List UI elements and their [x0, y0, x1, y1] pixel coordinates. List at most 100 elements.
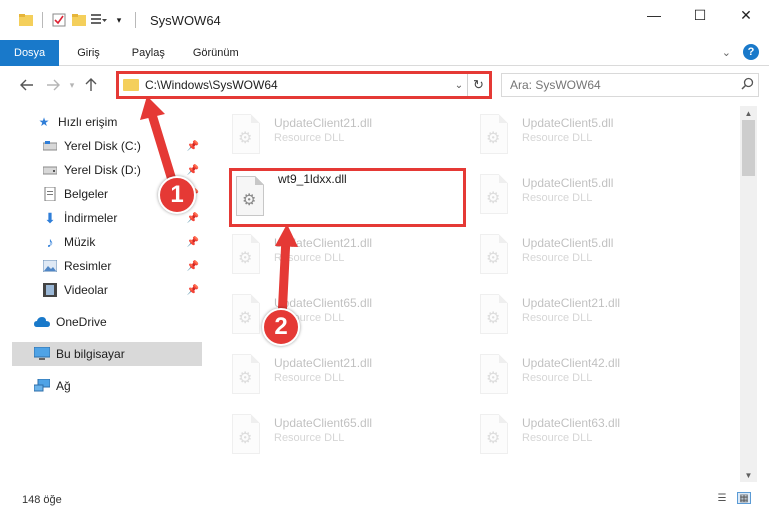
dll-file-icon: ⚙: [476, 354, 512, 396]
large-icons-view-icon[interactable]: ▦: [737, 492, 751, 504]
recent-locations-button[interactable]: ▾: [66, 72, 78, 98]
title-bar: ▾ SysWOW64 — ☐ ✕: [0, 0, 769, 40]
cloud-icon: [34, 314, 50, 330]
forward-button[interactable]: [40, 72, 66, 98]
toolbar-divider: [42, 12, 43, 28]
scrollbar-thumb[interactable]: [742, 120, 755, 176]
dll-file-icon: ⚙: [476, 174, 512, 216]
details-view-icon[interactable]: ☰: [715, 492, 729, 504]
properties-icon[interactable]: [51, 12, 67, 28]
back-button[interactable]: [14, 72, 40, 98]
computer-icon: [34, 346, 50, 362]
dll-file-icon: ⚙: [228, 414, 264, 456]
sidebar-item-quick-access[interactable]: ★ Hızlı erişim: [0, 110, 205, 134]
tab-file[interactable]: Dosya: [0, 39, 60, 66]
sidebar-item-label: Yerel Disk (D:): [64, 163, 141, 177]
status-bar: 148 öğe ☰ ▦: [0, 484, 769, 515]
minimize-button[interactable]: —: [631, 0, 677, 30]
tab-share[interactable]: Paylaş: [118, 40, 179, 66]
file-name: UpdateClient21.dll: [274, 236, 373, 250]
file-type: Resource DLL: [522, 312, 593, 324]
file-name: wt9_1ldxx.dll: [278, 172, 347, 186]
window-controls: — ☐ ✕: [631, 0, 769, 30]
sidebar-item-label: OneDrive: [56, 315, 107, 329]
address-bar[interactable]: C:\Windows\SysWOW64 ⌄ ↻: [116, 71, 492, 99]
search-box[interactable]: [501, 73, 759, 97]
star-icon: ★: [38, 115, 50, 129]
file-type: Resource DLL: [522, 252, 593, 264]
dll-file-icon: ⚙: [228, 294, 264, 336]
sidebar-item-videos[interactable]: Videolar 📌: [0, 278, 205, 302]
dll-file-icon: ⚙: [476, 294, 512, 336]
list-item-target-dll[interactable]: ⚙ wt9_1ldxx.dll: [232, 170, 472, 228]
up-button[interactable]: [78, 72, 104, 98]
folder-icon: [18, 12, 34, 28]
sidebar-item-label: Ağ: [56, 379, 71, 393]
list-item[interactable]: ⚙ UpdateClient5.dll Resource DLL: [476, 108, 716, 166]
pin-icon[interactable]: 📌: [187, 285, 199, 296]
list-item[interactable]: ⚙ UpdateClient21.dll Resource DLL: [228, 108, 468, 166]
refresh-icon[interactable]: ↻: [467, 74, 489, 96]
vertical-scrollbar[interactable]: ▲ ▼: [740, 106, 757, 482]
pin-icon[interactable]: 📌: [187, 237, 199, 248]
list-item[interactable]: ⚙ UpdateClient21.dll Resource DLL: [228, 228, 468, 286]
videos-icon: [42, 282, 58, 298]
step-2-badge: 2: [262, 308, 300, 346]
search-input[interactable]: [502, 75, 736, 95]
file-type: Resource DLL: [522, 432, 593, 444]
pin-icon[interactable]: 📌: [187, 141, 199, 152]
sidebar-item-network[interactable]: Ağ: [0, 374, 205, 398]
pin-icon[interactable]: 📌: [187, 165, 199, 176]
scroll-up-icon[interactable]: ▲: [740, 106, 757, 120]
collapse-ribbon-icon[interactable]: ⌄: [722, 46, 731, 59]
network-icon: [34, 378, 50, 394]
file-type: Resource DLL: [274, 252, 345, 264]
sidebar-item-local-disk-c[interactable]: Yerel Disk (C:) 📌: [0, 134, 205, 158]
close-button[interactable]: ✕: [723, 0, 769, 30]
pin-icon[interactable]: 📌: [187, 261, 199, 272]
tab-home[interactable]: Giriş: [59, 40, 118, 66]
sidebar-item-music[interactable]: ♪ Müzik 📌: [0, 230, 205, 254]
list-item[interactable]: ⚙ UpdateClient21.dll Resource DLL: [228, 348, 468, 406]
dll-file-icon: ⚙: [476, 414, 512, 456]
tab-view[interactable]: Görünüm: [179, 40, 253, 66]
step-1-badge: 1: [158, 176, 196, 214]
address-dropdown-icon[interactable]: ⌄: [451, 80, 467, 91]
pin-icon[interactable]: 📌: [187, 213, 199, 224]
sidebar-item-pictures[interactable]: Resimler 📌: [0, 254, 205, 278]
file-type: Resource DLL: [274, 372, 345, 384]
file-name: UpdateClient65.dll: [274, 416, 373, 430]
sidebar-item-this-pc[interactable]: Bu bilgisayar: [12, 342, 202, 366]
list-item[interactable]: ⚙ UpdateClient5.dll Resource DLL: [476, 168, 716, 226]
list-item[interactable]: ⚙ UpdateClient65.dll Resource DLL: [228, 408, 468, 466]
list-item[interactable]: ⚙ UpdateClient5.dll Resource DLL: [476, 228, 716, 286]
maximize-button[interactable]: ☐: [677, 0, 723, 30]
search-icon[interactable]: [736, 77, 758, 93]
file-name: UpdateClient21.dll: [522, 296, 621, 310]
customize-toolbar-icon[interactable]: [91, 12, 107, 28]
download-icon: ⬇: [44, 209, 56, 226]
file-name: UpdateClient42.dll: [522, 356, 621, 370]
ribbon-tabs: Dosya Giriş Paylaş Görünüm ⌄ ?: [0, 39, 769, 66]
toolbar-dropdown-icon[interactable]: ▾: [111, 12, 127, 28]
new-folder-icon[interactable]: [71, 12, 87, 28]
file-name: UpdateClient65.dll: [274, 296, 373, 310]
help-icon[interactable]: ?: [743, 44, 759, 60]
sidebar-item-label: Bu bilgisayar: [56, 347, 125, 361]
sidebar-item-label: Hızlı erişim: [58, 115, 118, 129]
toolbar-divider: [135, 12, 136, 28]
file-name: UpdateClient21.dll: [274, 116, 373, 130]
list-item[interactable]: ⚙ UpdateClient42.dll Resource DLL: [476, 348, 716, 406]
sidebar-item-label: İndirmeler: [64, 211, 118, 225]
navigation-pane: ★ Hızlı erişim Yerel Disk (C:) 📌 Yerel D…: [0, 106, 205, 482]
file-type: Resource DLL: [274, 432, 345, 444]
address-path[interactable]: C:\Windows\SysWOW64: [145, 78, 451, 92]
list-item[interactable]: ⚙ UpdateClient63.dll Resource DLL: [476, 408, 716, 466]
dll-file-icon: ⚙: [476, 114, 512, 156]
sidebar-item-onedrive[interactable]: OneDrive: [0, 310, 205, 334]
drive-icon: [42, 162, 58, 178]
list-item[interactable]: ⚙ UpdateClient21.dll Resource DLL: [476, 288, 716, 346]
dll-file-icon: ⚙: [228, 234, 264, 276]
scroll-down-icon[interactable]: ▼: [740, 468, 757, 482]
music-icon: ♪: [46, 234, 54, 250]
